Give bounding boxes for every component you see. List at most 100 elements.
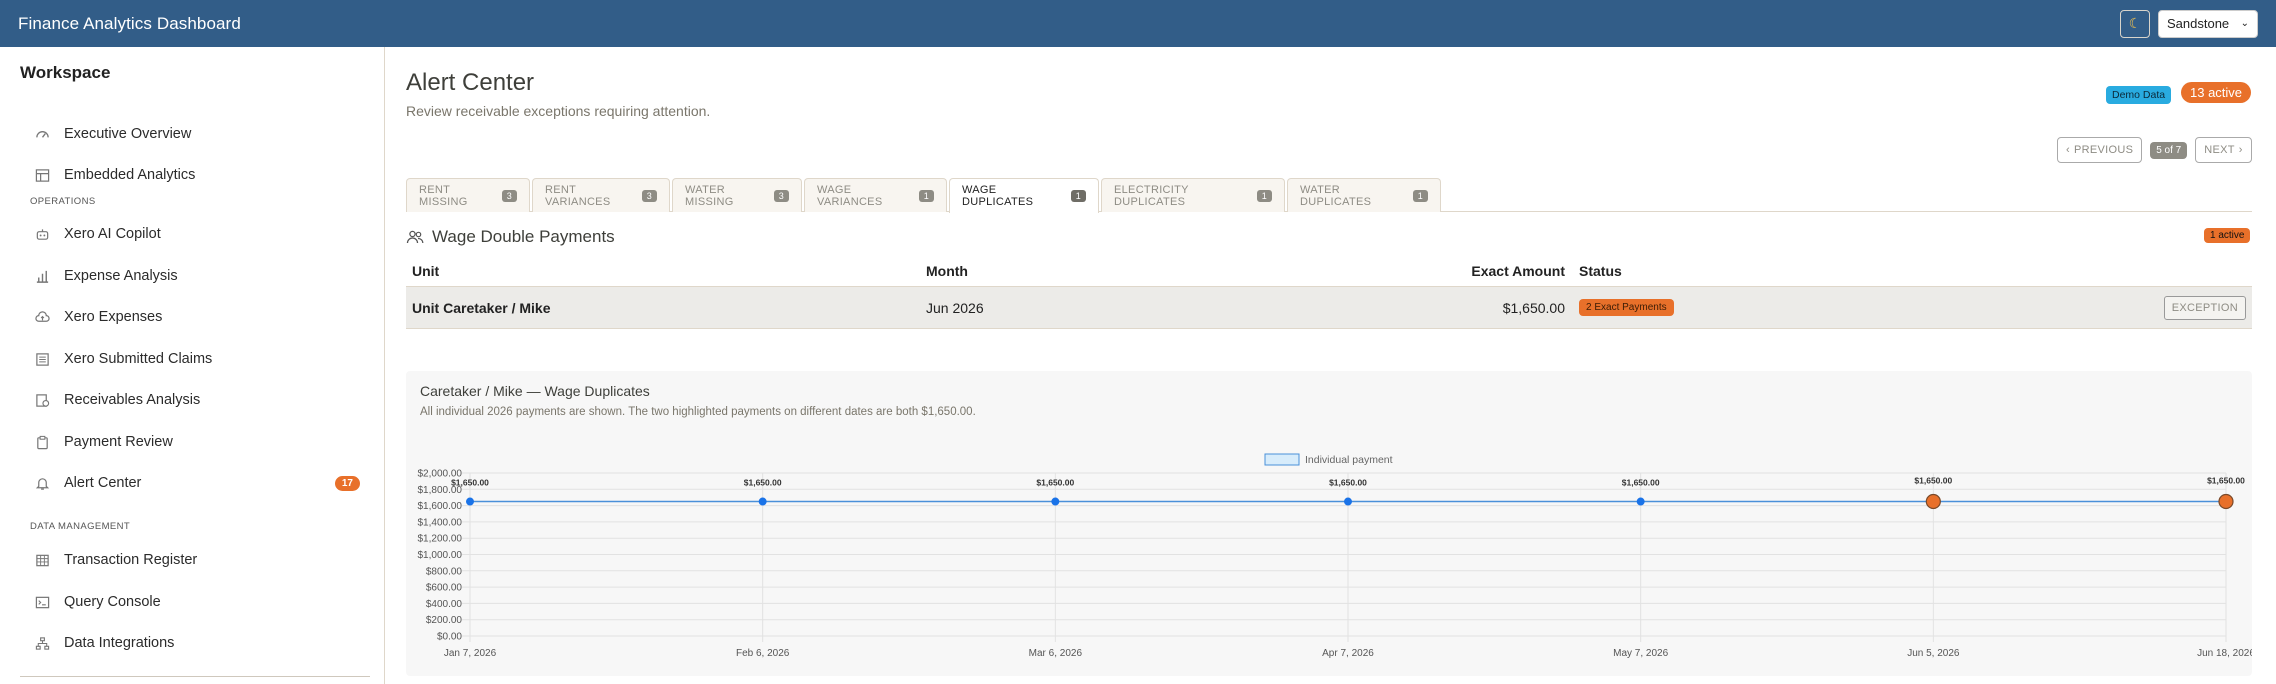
sidebar-item-xero-ai-copilot[interactable]: Xero AI Copilot: [20, 216, 362, 252]
table-row[interactable]: Unit Caretaker / Mike Jun 2026 $1,650.00…: [406, 287, 2252, 329]
x-tick-label: May 7, 2026: [1613, 648, 1668, 659]
col-unit[interactable]: Unit: [406, 263, 926, 279]
sidebar-item-label: Xero Submitted Claims: [64, 351, 213, 367]
sidebar-item-label: Query Console: [64, 594, 161, 610]
data-point: [466, 497, 474, 506]
active-count-badge: 13 active: [2181, 82, 2252, 103]
sidebar-item-label: Xero Expenses: [64, 309, 163, 325]
y-tick-label: $0.00: [437, 632, 462, 643]
data-label: $1,650.00: [451, 478, 489, 488]
x-tick-label: Jan 7, 2026: [444, 648, 497, 659]
tab-count: 1: [1070, 190, 1086, 202]
app-title[interactable]: Finance Analytics Dashboard: [18, 14, 241, 34]
sidebar-divider: [20, 676, 370, 677]
y-tick-label: $1,600.00: [418, 501, 463, 512]
sidebar-item-label: Embedded Analytics: [64, 167, 196, 183]
col-exact-amount[interactable]: Exact Amount: [1286, 263, 1565, 279]
sidebar-item-transaction-register[interactable]: Transaction Register: [20, 542, 362, 578]
tab-count: 1: [1256, 189, 1272, 202]
sidebar: Workspace Executive Overview Embedded An…: [0, 47, 385, 684]
sidebar-item-label: Xero AI Copilot: [64, 226, 161, 242]
tab-label: RENT MISSING: [419, 183, 468, 208]
data-label: $1,650.00: [744, 478, 782, 488]
cell-unit: Unit Caretaker / Mike: [412, 299, 551, 316]
highlighted-point: [1925, 493, 1941, 510]
sidebar-item-data-integrations[interactable]: Data Integrations: [20, 625, 362, 661]
data-label: $1,650.00: [1914, 476, 1952, 486]
layout-icon: [34, 167, 50, 183]
tab-rent-variances[interactable]: RENT VARIANCES 3: [532, 178, 670, 212]
y-tick-label: $600.00: [426, 583, 463, 594]
sidebar-item-label: Data Integrations: [64, 635, 175, 651]
col-month[interactable]: Month: [926, 263, 1286, 279]
sidebar-item-executive-overview[interactable]: Executive Overview: [20, 116, 362, 152]
tab-count: 3: [501, 189, 517, 202]
data-label: $1,650.00: [1622, 478, 1660, 488]
sidebar-title: Workspace: [20, 63, 111, 82]
tab-electricity-duplicates[interactable]: ELECTRICITY DUPLICATES 1: [1101, 178, 1285, 212]
data-point: [758, 497, 767, 506]
payments-chart: $0.00 $200.00 $400.00 $600.00 $800.00 $1,000.…: [418, 453, 2252, 659]
y-tick-label: $200.00: [426, 615, 463, 626]
y-tick-label: $1,200.00: [418, 534, 463, 545]
sidebar-item-xero-submitted-claims[interactable]: Xero Submitted Claims: [20, 341, 362, 377]
demo-data-badge: Demo Data: [2106, 86, 2172, 104]
previous-button[interactable]: ‹ PREVIOUS: [2057, 137, 2143, 163]
sidebar-item-embedded-analytics[interactable]: Embedded Analytics: [20, 157, 362, 193]
page-subtitle: Review receivable exceptions requiring a…: [406, 103, 711, 119]
y-tick-label: $400.00: [426, 599, 463, 610]
x-tick-label: Jun 18, 2026: [2197, 648, 2252, 659]
theme-select-value: Sandstone: [2167, 16, 2230, 31]
main-content: Alert Center Review receivable exception…: [386, 47, 2276, 684]
cloud-upload-icon: [34, 309, 50, 325]
bar-chart-icon: [34, 268, 50, 284]
tab-count: 3: [641, 189, 657, 202]
theme-toggle-button[interactable]: ☾: [2120, 9, 2150, 38]
tab-wage-variances[interactable]: WAGE VARIANCES 1: [804, 178, 947, 212]
page-title: Alert Center: [406, 69, 535, 96]
data-label: $1,650.00: [2207, 476, 2245, 486]
sidebar-item-expense-analysis[interactable]: Expense Analysis: [20, 258, 362, 294]
data-point: [1636, 497, 1645, 506]
sidebar-item-label: Executive Overview: [64, 126, 192, 142]
alert-tabs: RENT MISSING 3 RENT VARIANCES 3 WATER MI…: [406, 178, 2252, 213]
sidebar-item-label: Payment Review: [64, 434, 173, 450]
top-navbar: Finance Analytics Dashboard ☾ Sandstone …: [0, 0, 2276, 47]
chevron-left-icon: ‹: [2066, 144, 2070, 156]
group-title: Wage Double Payments: [432, 227, 615, 246]
tab-count: 1: [918, 189, 934, 202]
data-label: $1,650.00: [1329, 478, 1367, 488]
alert-pager: ‹ PREVIOUS 5 of 7 NEXT ›: [2057, 137, 2252, 163]
tab-count: 3: [773, 189, 789, 202]
y-tick-label: $800.00: [426, 566, 463, 577]
sidebar-item-alert-center[interactable]: Alert Center 17: [20, 465, 362, 501]
people-icon: [406, 228, 424, 246]
exception-button[interactable]: EXCEPTION: [2163, 295, 2246, 320]
sidebar-item-payment-review[interactable]: Payment Review: [20, 424, 362, 460]
tab-water-duplicates[interactable]: WATER DUPLICATES 1: [1287, 178, 1441, 212]
clipboard-icon: [34, 434, 50, 450]
cell-status: 2 Exact Payments EXCEPTION: [1565, 295, 2252, 320]
y-tick-label: $1,000.00: [418, 550, 463, 561]
tab-wage-duplicates[interactable]: WAGE DUPLICATES 1: [949, 178, 1099, 213]
tab-water-missing[interactable]: WATER MISSING 3: [672, 178, 802, 212]
tab-rent-missing[interactable]: RENT MISSING 3: [406, 178, 530, 212]
next-button[interactable]: NEXT ›: [2195, 137, 2252, 163]
alerts-table: Unit Month Exact Amount Status Unit Care…: [406, 255, 2252, 329]
moon-icon: ☾: [2128, 15, 2142, 31]
bell-icon: [34, 475, 50, 491]
sidebar-item-query-console[interactable]: Query Console: [20, 584, 362, 620]
sidebar-item-receivables-analysis[interactable]: Receivables Analysis: [20, 382, 362, 418]
chevron-right-icon: ›: [2238, 144, 2243, 156]
x-tick-label: Jun 5, 2026: [1907, 648, 1960, 659]
section-label-operations: OPERATIONS: [30, 196, 96, 207]
col-status[interactable]: Status: [1565, 263, 2252, 279]
group-active-badge: 1 active: [2204, 228, 2251, 243]
data-point: [1344, 497, 1352, 506]
x-tick-label: Mar 6, 2026: [1029, 648, 1083, 659]
data-label: $1,650.00: [1036, 478, 1074, 488]
sidebar-item-xero-expenses[interactable]: Xero Expenses: [20, 299, 362, 335]
x-tick-label: Apr 7, 2026: [1322, 648, 1374, 659]
theme-select[interactable]: Sandstone ⌄: [2158, 9, 2258, 38]
group-heading: Wage Double Payments: [406, 227, 615, 247]
